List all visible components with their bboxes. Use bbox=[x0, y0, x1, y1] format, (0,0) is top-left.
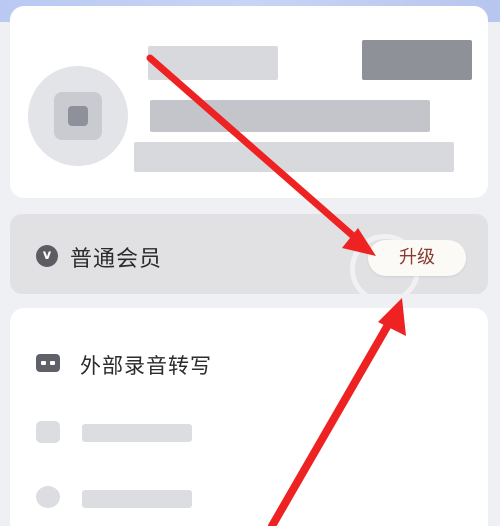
blurred-account-badge bbox=[362, 40, 472, 80]
menu-card: 外部录音转写 bbox=[10, 308, 488, 526]
blurred-menu-icon bbox=[36, 421, 60, 443]
blurred-username bbox=[148, 46, 278, 80]
blurred-menu-label bbox=[82, 424, 192, 442]
recorder-icon bbox=[36, 354, 60, 372]
menu-item-label: 外部录音转写 bbox=[80, 354, 212, 378]
blurred-user-info-line-2 bbox=[134, 142, 454, 172]
blurred-menu-icon bbox=[36, 486, 60, 508]
avatar-placeholder-icon bbox=[54, 92, 102, 140]
blurred-user-info-line-1 bbox=[150, 100, 430, 132]
upgrade-button[interactable]: 升级 bbox=[368, 240, 466, 276]
membership-level-label: 普通会员 bbox=[70, 247, 163, 272]
menu-item-external-recording[interactable]: 外部录音转写 bbox=[10, 344, 488, 384]
blurred-menu-label bbox=[82, 490, 192, 508]
menu-item-blurred-1[interactable] bbox=[10, 412, 488, 452]
menu-item-blurred-2[interactable] bbox=[10, 478, 488, 518]
v-badge-icon: v bbox=[36, 245, 58, 267]
avatar[interactable] bbox=[28, 66, 128, 166]
profile-card[interactable] bbox=[10, 6, 488, 198]
